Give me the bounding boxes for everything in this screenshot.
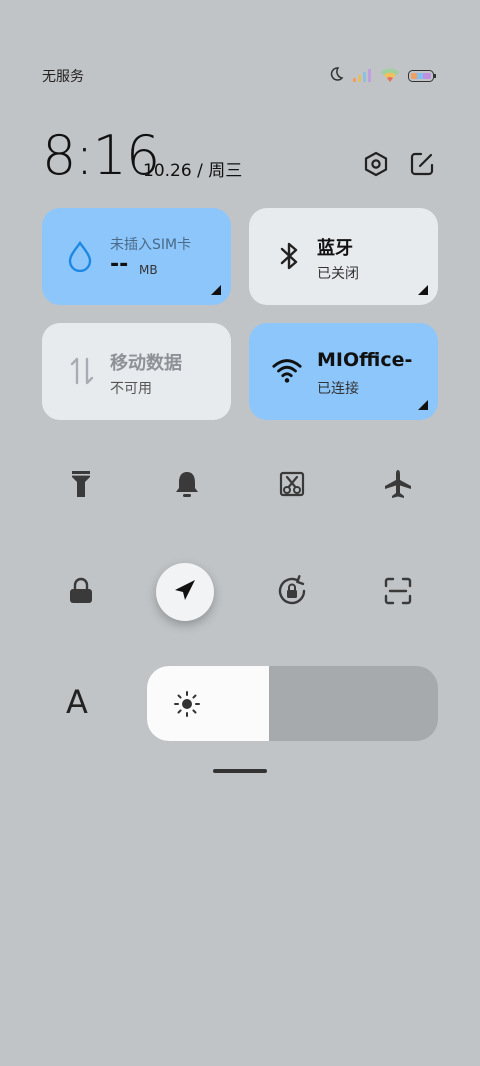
mobile-data-title: 移动数据	[110, 353, 182, 374]
battery-icon	[408, 67, 436, 86]
wifi-tile[interactable]: MIOffice- 已连接	[249, 323, 438, 420]
airplane-mode-toggle[interactable]	[370, 458, 426, 514]
wifi-status: 已连接	[317, 381, 359, 397]
drag-handle[interactable]	[213, 769, 267, 773]
settings-gear-icon[interactable]	[362, 150, 390, 178]
data-usage-value: --	[110, 252, 129, 277]
wifi-network-name: MIOffice-	[317, 349, 413, 371]
bluetooth-tile[interactable]: 蓝牙 已关闭	[249, 208, 438, 305]
carrier-label: 无服务	[42, 69, 84, 85]
brightness-icon	[173, 690, 201, 722]
screenshot-toggle[interactable]	[264, 458, 320, 514]
edit-icon[interactable]	[408, 150, 436, 178]
wifi-status-icon	[380, 67, 400, 86]
signal-icon	[352, 67, 372, 86]
water-drop-icon	[64, 240, 96, 272]
brightness-fill	[147, 666, 270, 741]
scanner-toggle[interactable]	[370, 565, 426, 621]
data-usage-tile[interactable]: 未插入SIM卡 -- MB	[42, 208, 231, 305]
location-toggle[interactable]	[156, 563, 214, 621]
status-icons	[328, 66, 436, 86]
wifi-icon	[271, 355, 303, 387]
rotation-lock-toggle[interactable]	[264, 565, 320, 621]
expand-corner-icon	[418, 400, 428, 410]
scan-icon	[383, 576, 413, 610]
lock-icon	[68, 577, 94, 609]
flashlight-icon	[69, 468, 93, 504]
bluetooth-title: 蓝牙	[317, 238, 353, 259]
flashlight-toggle[interactable]	[53, 458, 109, 514]
font-size-button[interactable]: A	[66, 683, 88, 721]
time-header: 8:16 10.26 / 周三	[42, 124, 438, 187]
sim-status-label: 未插入SIM卡	[110, 237, 192, 253]
status-bar: 无服务	[42, 64, 436, 88]
clock: 8:16	[42, 124, 160, 187]
location-icon	[172, 577, 198, 607]
date-label: 10.26 / 周三	[143, 161, 243, 181]
rotation-lock-icon	[275, 574, 309, 612]
mobile-data-tile[interactable]: 移动数据 不可用	[42, 323, 231, 420]
bluetooth-status: 已关闭	[317, 266, 359, 282]
brightness-slider[interactable]	[147, 666, 438, 741]
silent-toggle[interactable]	[159, 458, 215, 514]
mobile-data-status: 不可用	[110, 381, 152, 397]
data-usage-unit: MB	[139, 263, 158, 277]
bluetooth-icon	[273, 240, 305, 272]
screenshot-icon	[278, 470, 306, 502]
expand-corner-icon	[418, 285, 428, 295]
moon-icon	[328, 66, 344, 86]
lock-screen-toggle[interactable]	[53, 565, 109, 621]
airplane-icon	[382, 468, 414, 504]
mobile-data-icon	[66, 355, 98, 387]
expand-corner-icon	[211, 285, 221, 295]
bell-icon	[173, 469, 201, 503]
